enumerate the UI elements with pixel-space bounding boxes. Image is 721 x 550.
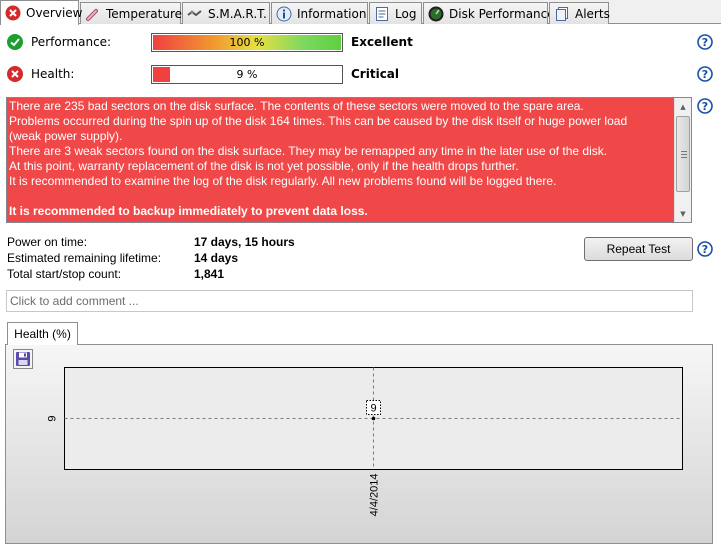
data-label: 9 — [370, 403, 376, 415]
data-point — [371, 416, 376, 421]
health-chart: 9 4/4/2014 9 — [47, 367, 683, 517]
tab-label: Overview — [26, 6, 83, 20]
save-icon[interactable] — [13, 349, 33, 369]
tab-overview[interactable]: Overview — [0, 0, 83, 25]
tab-health-chart[interactable]: Health (%) — [7, 322, 78, 345]
y-tick-label: 9 — [47, 415, 59, 421]
red-x-icon — [5, 5, 21, 21]
x-tick-label: 4/4/2014 — [369, 474, 381, 517]
